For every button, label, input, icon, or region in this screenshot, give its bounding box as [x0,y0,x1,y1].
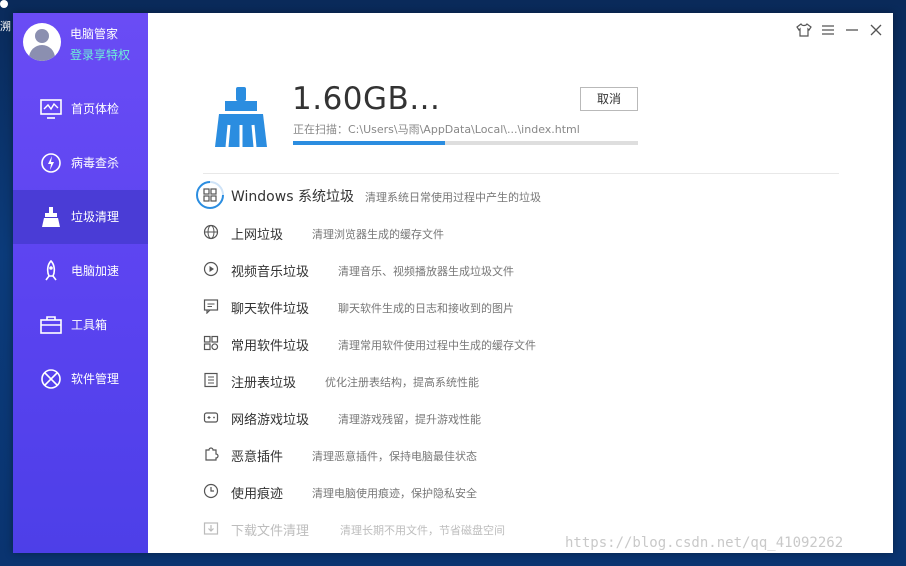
play-icon [203,261,219,277]
item-desc: 清理电脑使用痕迹，保护隐私安全 [312,487,477,500]
scan-path-prefix: 正在扫描： [293,123,348,136]
sidebar-item-label: 病毒查杀 [71,156,120,170]
list-item[interactable]: 使用痕迹 清理电脑使用痕迹，保护隐私安全 [199,473,849,510]
minimize-icon[interactable] [843,21,861,39]
item-title: 上网垃圾 [231,228,284,243]
broom-scan-icon [215,87,267,148]
desktop-icon-dot [0,0,8,8]
scan-progress-bar [293,141,638,145]
sidebar-item-virus[interactable]: 病毒查杀 [13,136,148,190]
item-desc: 清理游戏残留，提升游戏性能 [338,413,481,426]
toolbox-icon [40,316,62,334]
windows-scanning-icon [196,181,224,209]
item-desc: 清理长期不用文件，节省磁盘空间 [340,524,505,537]
list-item[interactable]: 上网垃圾 清理浏览器生成的缓存文件 [199,214,849,251]
login-link[interactable]: 登录享特权 [70,46,130,63]
item-title: 网络游戏垃圾 [231,413,310,428]
list-item[interactable]: 聊天软件垃圾 聊天软件生成的日志和接收到的图片 [199,288,849,325]
list-item[interactable]: 网络游戏垃圾 清理游戏残留，提升游戏性能 [199,399,849,436]
item-desc: 聊天软件生成的日志和接收到的图片 [338,302,514,315]
rocket-icon [45,260,57,281]
globe-icon [203,224,219,240]
user-profile[interactable]: 电脑管家 登录享特权 [23,21,148,71]
close-icon[interactable] [867,21,885,39]
item-title: 视频音乐垃圾 [231,265,310,280]
sidebar-item-checkup[interactable]: 首页体检 [13,82,148,136]
list-item[interactable]: 注册表垃圾 优化注册表结构，提高系统性能 [199,362,849,399]
item-desc: 清理系统日常使用过程中产生的垃圾 [365,191,541,204]
apps-icon [203,335,219,351]
divider [203,173,839,174]
item-title: Windows 系统垃圾 [231,189,354,205]
broom-icon [42,207,60,227]
list-item[interactable]: 视频音乐垃圾 清理音乐、视频播放器生成垃圾文件 [199,251,849,288]
chat-icon [203,299,219,314]
software-icon [41,369,61,389]
cleanup-category-list: Windows 系统垃圾 清理系统日常使用过程中产生的垃圾 上网垃圾 清理浏览器… [196,177,849,547]
sidebar-item-cleanup[interactable]: 垃圾清理 [13,190,148,244]
item-title: 下载文件清理 [231,524,310,539]
item-desc: 清理常用软件使用过程中生成的缓存文件 [338,339,536,352]
plugin-icon [205,447,219,461]
list-item[interactable]: 常用软件垃圾 清理常用软件使用过程中生成的缓存文件 [199,325,849,362]
skin-icon[interactable] [795,21,813,39]
item-title: 恶意插件 [231,450,284,465]
list-item[interactable]: Windows 系统垃圾 清理系统日常使用过程中产生的垃圾 [196,177,849,214]
list-item[interactable]: 恶意插件 清理恶意插件，保持电脑最佳状态 [199,436,849,473]
cancel-button[interactable]: 取消 [580,87,638,111]
user-name: 电脑管家 [70,27,119,41]
desktop-fragment: 溯 [0,0,12,40]
sidebar-item-label: 电脑加速 [71,264,120,278]
virus-scan-icon [41,153,61,173]
scan-progress-fill [293,141,445,145]
clock-icon [203,483,219,499]
item-title: 常用软件垃圾 [231,339,310,354]
item-desc: 优化注册表结构，提高系统性能 [325,376,479,389]
pc-manager-window: 电脑管家 登录享特权 首页体检 病毒查杀 垃圾清理 电脑加速 工具箱 软件管理 … [13,13,893,553]
item-title: 聊天软件垃圾 [231,302,310,317]
desktop-icon-label: 溯 [0,20,11,33]
sidebar-item-toolbox[interactable]: 工具箱 [13,298,148,352]
item-desc: 清理音乐、视频播放器生成垃圾文件 [338,265,514,278]
monitor-icon [40,99,62,119]
sidebar-item-label: 工具箱 [71,318,108,332]
menu-icon[interactable] [819,21,837,39]
item-desc: 清理浏览器生成的缓存文件 [312,228,444,241]
item-desc: 清理恶意插件，保持电脑最佳状态 [312,450,477,463]
avatar[interactable] [23,23,61,61]
sidebar: 电脑管家 登录享特权 首页体检 病毒查杀 垃圾清理 电脑加速 工具箱 软件管理 [13,13,148,553]
sidebar-item-label: 软件管理 [71,372,120,386]
item-title: 使用痕迹 [231,487,284,502]
item-title: 注册表垃圾 [231,376,297,391]
sidebar-item-label: 垃圾清理 [71,210,120,224]
scan-path: 正在扫描：C:\Users\马雨\AppData\Local\...\index… [293,121,580,137]
sidebar-nav: 首页体检 病毒查杀 垃圾清理 电脑加速 工具箱 软件管理 [13,82,148,406]
sidebar-item-label: 首页体检 [71,102,120,116]
gamepad-icon [203,412,219,423]
download-icon [203,522,219,535]
window-controls [795,21,885,39]
sidebar-item-speedup[interactable]: 电脑加速 [13,244,148,298]
sidebar-item-software[interactable]: 软件管理 [13,352,148,406]
scan-path-value: C:\Users\马雨\AppData\Local\...\index.html [348,123,580,136]
scan-size: 1.60GB... [292,81,441,117]
registry-icon [204,372,218,388]
watermark: https://blog.csdn.net/qq_41092262 [565,535,844,551]
